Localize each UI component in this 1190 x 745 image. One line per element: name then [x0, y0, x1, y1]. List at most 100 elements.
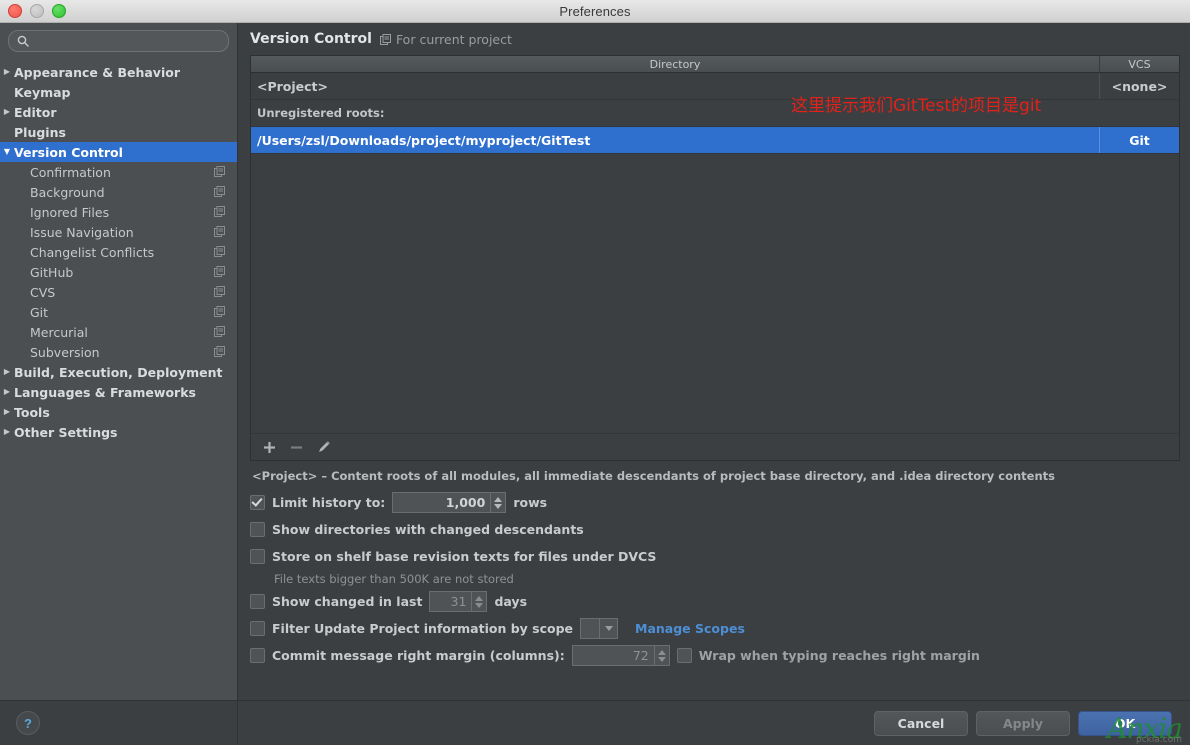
search-box[interactable] — [8, 30, 229, 52]
number-stepper[interactable]: 72 — [571, 645, 670, 666]
option-label[interactable]: Show directories with changed descendant… — [272, 522, 584, 537]
chevron-down-icon[interactable] — [599, 619, 617, 638]
sidebar-item-subversion[interactable]: Subversion — [0, 342, 237, 362]
sidebar-item-issue-navigation[interactable]: Issue Navigation — [0, 222, 237, 242]
manage-scopes-link[interactable]: Manage Scopes — [635, 621, 745, 636]
column-header-vcs[interactable]: VCS — [1100, 56, 1179, 72]
search-icon — [17, 35, 29, 47]
settings-tree[interactable]: ▶ Appearance & Behavior Keymap ▶ Editor Plugi… — [0, 58, 237, 700]
checkbox-wrap-typing[interactable] — [676, 648, 692, 663]
sidebar-item-label: Editor — [14, 104, 57, 120]
project-scope-icon — [379, 33, 391, 45]
sidebar-item-tools[interactable]: ▶ Tools — [0, 402, 237, 422]
add-icon[interactable] — [263, 441, 276, 454]
copy-scope-icon — [214, 306, 225, 317]
sidebar-item-keymap[interactable]: Keymap — [0, 82, 237, 102]
sidebar-item-confirmation[interactable]: Confirmation — [0, 162, 237, 182]
stepper-arrows[interactable] — [471, 592, 486, 611]
column-header-directory[interactable]: Directory — [251, 56, 1100, 72]
stepper-value[interactable]: 72 — [573, 646, 654, 665]
sidebar-item-editor[interactable]: ▶ Editor — [0, 102, 237, 122]
sidebar-item-version-control[interactable]: ▼ Version Control — [0, 142, 237, 162]
option-label[interactable]: Filter Update Project information by sco… — [272, 621, 573, 636]
page-header: Version Control For current project — [250, 23, 1180, 55]
sidebar-item-label: Ignored Files — [30, 204, 110, 220]
sidebar-item-appearance-behavior[interactable]: ▶ Appearance & Behavior — [0, 62, 237, 82]
sidebar-item-git[interactable]: Git — [0, 302, 237, 322]
option-suffix: days — [494, 594, 528, 609]
sidebar-item-label: Subversion — [30, 344, 100, 360]
option-subnote: File texts bigger than 500K are not stor… — [274, 572, 514, 586]
edit-pencil-icon[interactable] — [317, 440, 331, 454]
option-label[interactable]: Store on shelf base revision texts for f… — [272, 549, 656, 564]
table-row[interactable]: /Users/zsl/Downloads/project/myproject/G… — [251, 127, 1179, 154]
zoom-button[interactable] — [52, 4, 66, 18]
remove-icon[interactable] — [290, 441, 303, 454]
option-label[interactable]: Commit message right margin (columns): — [272, 648, 565, 663]
minimize-button[interactable] — [30, 4, 44, 18]
wrap-typing-label[interactable]: Wrap when typing reaches right margin — [699, 648, 980, 663]
scope-label: For current project — [395, 31, 512, 47]
cell-directory: /Users/zsl/Downloads/project/myproject/G… — [257, 132, 591, 148]
sidebar-item-background[interactable]: Background — [0, 182, 237, 202]
watermark-subtext: pckia.com — [1136, 735, 1182, 745]
chevron-right-icon[interactable]: ▶ — [0, 68, 14, 76]
chevron-right-icon[interactable]: ▶ — [0, 108, 14, 116]
chevron-down-icon[interactable]: ▼ — [0, 148, 14, 156]
sidebar-item-github[interactable]: GitHub — [0, 262, 237, 282]
checkbox-commit-message-right-margin[interactable] — [250, 648, 265, 663]
chevron-right-icon[interactable]: ▶ — [0, 428, 14, 436]
close-button[interactable] — [8, 4, 22, 18]
checkbox-show-directories-changed-descendants[interactable] — [250, 522, 265, 537]
sidebar-item-plugins[interactable]: Plugins — [0, 122, 237, 142]
table-header: Directory VCS — [251, 56, 1179, 73]
table-body[interactable]: <Project> <none> Unregistered roots:/Users… — [251, 73, 1179, 433]
help-button[interactable]: ? — [16, 711, 40, 735]
sidebar-item-other-settings[interactable]: ▶ Other Settings — [0, 422, 237, 442]
option-show-directories-changed-descendants: Show directories with changed descendant… — [250, 516, 1180, 543]
vcs-directory-table: Directory VCS <Project> <none> Unregistere… — [250, 55, 1180, 461]
copy-scope-icon — [214, 166, 225, 177]
sidebar-item-label: CVS — [30, 284, 56, 300]
preferences-window: Preferences ▶ Appearance & Behavior Keymap… — [0, 0, 1190, 745]
sidebar-item-languages-frameworks[interactable]: ▶ Languages & Frameworks — [0, 382, 237, 402]
scope-select-value — [581, 619, 599, 638]
chevron-right-icon[interactable]: ▶ — [0, 388, 14, 396]
option-limit-history: Limit history to: 1,000 rows — [250, 489, 1180, 516]
option-suffix: rows — [513, 495, 548, 510]
checkbox-limit-history[interactable] — [250, 495, 265, 510]
table-hint: <Project> – Content roots of all modules… — [252, 469, 1055, 483]
ok-button[interactable]: OK — [1078, 710, 1172, 736]
stepper-value[interactable]: 31 — [430, 592, 471, 611]
checkbox-filter-update-project-by-scope[interactable] — [250, 621, 265, 636]
apply-button[interactable]: Apply — [976, 710, 1070, 736]
stepper-value[interactable]: 1,000 — [393, 493, 490, 512]
sidebar-item-label: Version Control — [14, 144, 123, 160]
sidebar-item-build-execution-deployment[interactable]: ▶ Build, Execution, Deployment — [0, 362, 237, 382]
copy-scope-icon — [214, 346, 225, 357]
option-label[interactable]: Show changed in last — [272, 594, 422, 609]
stepper-arrows[interactable] — [653, 646, 669, 665]
chevron-right-icon[interactable]: ▶ — [0, 368, 14, 376]
checkbox-show-changed-in-last[interactable] — [250, 594, 265, 609]
chevron-right-icon[interactable]: ▶ — [0, 408, 14, 416]
search-input[interactable] — [35, 34, 220, 48]
sidebar-item-cvs[interactable]: CVS — [0, 282, 237, 302]
cell-vcs: <none> — [1099, 73, 1179, 99]
checkbox-store-shelf-base-revision[interactable] — [250, 549, 265, 564]
option-show-changed-in-last: Show changed in last 31 days — [250, 588, 1180, 615]
cancel-button[interactable]: Cancel — [874, 710, 968, 736]
sidebar-item-mercurial[interactable]: Mercurial — [0, 322, 237, 342]
sidebar-item-label: Tools — [14, 404, 50, 420]
stepper-arrows[interactable] — [490, 493, 505, 512]
annotation-text: 这里提示我们GitTest的项目是git — [791, 96, 1042, 116]
number-stepper[interactable]: 1,000 — [392, 492, 507, 513]
traffic-lights — [8, 0, 66, 22]
sidebar-item-ignored-files[interactable]: Ignored Files — [0, 202, 237, 222]
number-stepper[interactable]: 31 — [429, 591, 488, 612]
option-label[interactable]: Limit history to: — [272, 495, 385, 510]
sidebar-item-changelist-conflicts[interactable]: Changelist Conflicts — [0, 242, 237, 262]
window-body: ▶ Appearance & Behavior Keymap ▶ Editor Plugi… — [0, 23, 1190, 745]
page-title: Version Control — [250, 31, 372, 47]
scope-select[interactable] — [580, 618, 619, 639]
